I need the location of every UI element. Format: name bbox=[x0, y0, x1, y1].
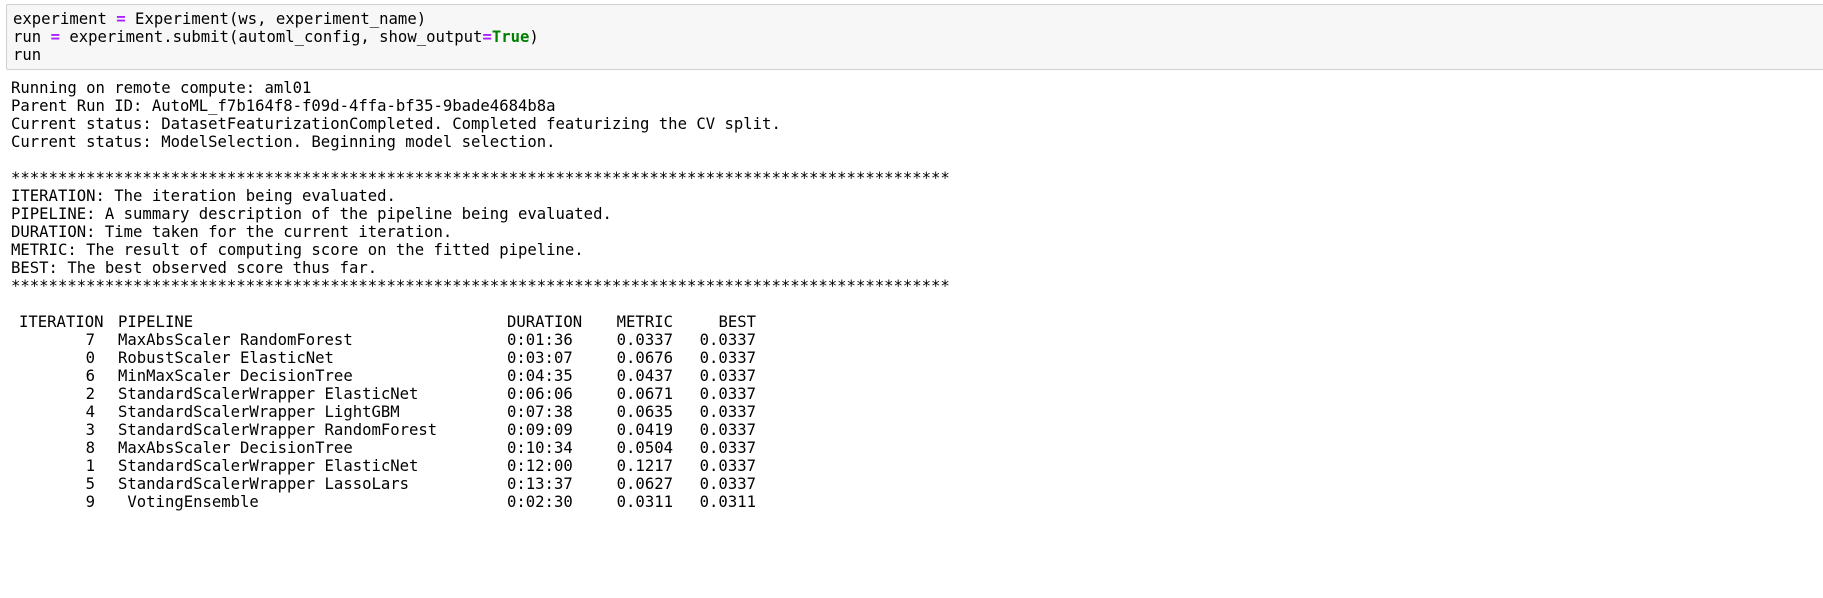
cell-best: 0.0337 bbox=[699, 475, 756, 493]
cell-metric: 0.0627 bbox=[616, 475, 673, 493]
cell-metric: 0.0504 bbox=[616, 439, 673, 457]
code-token: Experiment(ws, experiment_name) bbox=[125, 10, 427, 28]
cell-duration: 0:07:38 bbox=[507, 403, 573, 421]
table-header: ITERATION PIPELINE DURATION METRIC BEST bbox=[11, 313, 911, 331]
cell-best: 0.0337 bbox=[699, 457, 756, 475]
output-line: Running on remote compute: aml01 bbox=[11, 79, 312, 97]
legend-line: DURATION: Time taken for the current ite… bbox=[11, 223, 453, 241]
cell-metric: 0.0311 bbox=[616, 493, 673, 511]
cell-iteration: 3 bbox=[85, 421, 95, 439]
table-row: 2 StandardScalerWrapper ElasticNet 0:06:06… bbox=[11, 385, 911, 403]
cell-duration: 0:03:07 bbox=[507, 349, 573, 367]
column-header-pipeline: PIPELINE bbox=[118, 313, 194, 331]
iteration-table: ITERATION PIPELINE DURATION METRIC BEST … bbox=[11, 313, 911, 511]
code-token: ) bbox=[529, 28, 539, 46]
output-line: Current status: ModelSelection. Beginnin… bbox=[11, 133, 556, 151]
table-row: 4 StandardScalerWrapper LightGBM 0:07:38 0.… bbox=[11, 403, 911, 421]
code-operator: = bbox=[116, 10, 126, 28]
separator-line: ****************************************… bbox=[11, 277, 950, 295]
cell-iteration: 0 bbox=[85, 349, 95, 367]
table-row: 0 RobustScaler ElasticNet 0:03:07 0.0676 0.0… bbox=[11, 349, 911, 367]
cell-pipeline: MaxAbsScaler DecisionTree bbox=[118, 439, 353, 457]
cell-metric: 0.1217 bbox=[616, 457, 673, 475]
cell-pipeline: StandardScalerWrapper RandomForest bbox=[118, 421, 438, 439]
cell-best: 0.0337 bbox=[699, 439, 756, 457]
table-row: 5 StandardScalerWrapper LassoLars 0:13:37 0… bbox=[11, 475, 911, 493]
column-header-best: BEST bbox=[718, 313, 756, 331]
cell-best: 0.0337 bbox=[699, 385, 756, 403]
cell-duration: 0:04:35 bbox=[507, 367, 573, 385]
cell-duration: 0:01:36 bbox=[507, 331, 573, 349]
code-token: run bbox=[13, 28, 51, 46]
cell-best: 0.0337 bbox=[699, 421, 756, 439]
table-row: 7 MaxAbsScaler RandomForest 0:01:36 0.0337 0… bbox=[11, 331, 911, 349]
cell-duration: 0:10:34 bbox=[507, 439, 573, 457]
code-token: experiment bbox=[13, 10, 117, 28]
code-token: experiment.submit(automl_config, show_ou… bbox=[59, 28, 483, 46]
table-row: 6 MinMaxScaler DecisionTree 0:04:35 0.0437 0… bbox=[11, 367, 911, 385]
legend-line: ITERATION: The iteration being evaluated… bbox=[11, 187, 396, 205]
cell-metric: 0.0337 bbox=[616, 331, 673, 349]
code-operator: = bbox=[482, 28, 492, 46]
cell-iteration: 9 bbox=[85, 493, 95, 511]
cell-metric: 0.0419 bbox=[616, 421, 673, 439]
cell-metric: 0.0437 bbox=[616, 367, 673, 385]
cell-pipeline: StandardScalerWrapper LassoLars bbox=[118, 475, 410, 493]
table-row: 8 MaxAbsScaler DecisionTree 0:10:34 0.0504 0… bbox=[11, 439, 911, 457]
cell-metric: 0.0676 bbox=[616, 349, 673, 367]
cell-iteration: 6 bbox=[85, 367, 95, 385]
table-row: 9 VotingEnsemble 0:02:30 0.0311 0.0311 bbox=[11, 493, 911, 511]
cell-iteration: 7 bbox=[85, 331, 95, 349]
output-line: Current status: DatasetFeaturizationComp… bbox=[11, 115, 781, 133]
code-line-1: experiment = Experiment(ws, experiment_n… bbox=[13, 10, 1823, 28]
cell-best: 0.0337 bbox=[699, 403, 756, 421]
cell-best: 0.0311 bbox=[699, 493, 756, 511]
cell-best: 0.0337 bbox=[699, 331, 756, 349]
cell-pipeline: VotingEnsemble bbox=[118, 493, 259, 511]
cell-duration: 0:12:00 bbox=[507, 457, 573, 475]
cell-iteration: 4 bbox=[85, 403, 95, 421]
cell-iteration: 5 bbox=[85, 475, 95, 493]
cell-pipeline: RobustScaler ElasticNet bbox=[118, 349, 334, 367]
cell-pipeline: MinMaxScaler DecisionTree bbox=[118, 367, 353, 385]
cell-duration: 0:06:06 bbox=[507, 385, 573, 403]
cell-best: 0.0337 bbox=[699, 367, 756, 385]
cell-iteration: 1 bbox=[85, 457, 95, 475]
column-header-metric: METRIC bbox=[616, 313, 673, 331]
code-cell-input[interactable]: experiment = Experiment(ws, experiment_n… bbox=[6, 4, 1823, 70]
cell-pipeline: StandardScalerWrapper ElasticNet bbox=[118, 457, 419, 475]
cell-iteration: 2 bbox=[85, 385, 95, 403]
cell-pipeline: MaxAbsScaler RandomForest bbox=[118, 331, 353, 349]
cell-pipeline: StandardScalerWrapper LightGBM bbox=[118, 403, 400, 421]
table-body: 7 MaxAbsScaler RandomForest 0:01:36 0.0337 0… bbox=[11, 331, 911, 511]
cell-duration: 0:09:09 bbox=[507, 421, 573, 439]
cell-duration: 0:02:30 bbox=[507, 493, 573, 511]
code-keyword: True bbox=[491, 28, 530, 46]
legend-line: BEST: The best observed score thus far. bbox=[11, 259, 378, 277]
legend-line: PIPELINE: A summary description of the p… bbox=[11, 205, 612, 223]
code-line-2: run = experiment.submit(automl_config, s… bbox=[13, 28, 1823, 46]
output-line: Parent Run ID: AutoML_f7b164f8-f09d-4ffa… bbox=[11, 97, 556, 115]
separator-line: ****************************************… bbox=[11, 169, 950, 187]
table-row: 3 StandardScalerWrapper RandomForest 0:09:… bbox=[11, 421, 911, 439]
cell-output: Running on remote compute: aml01 Parent … bbox=[11, 79, 1811, 295]
cell-metric: 0.0671 bbox=[616, 385, 673, 403]
column-header-iteration: ITERATION bbox=[19, 313, 104, 331]
legend-line: METRIC: The result of computing score on… bbox=[11, 241, 584, 259]
cell-best: 0.0337 bbox=[699, 349, 756, 367]
cell-duration: 0:13:37 bbox=[507, 475, 573, 493]
code-operator: = bbox=[50, 28, 60, 46]
table-row: 1 StandardScalerWrapper ElasticNet 0:12:00… bbox=[11, 457, 911, 475]
cell-metric: 0.0635 bbox=[616, 403, 673, 421]
code-line-3: run bbox=[13, 46, 42, 64]
cell-pipeline: StandardScalerWrapper ElasticNet bbox=[118, 385, 419, 403]
column-header-duration: DURATION bbox=[507, 313, 583, 331]
cell-iteration: 8 bbox=[85, 439, 95, 457]
